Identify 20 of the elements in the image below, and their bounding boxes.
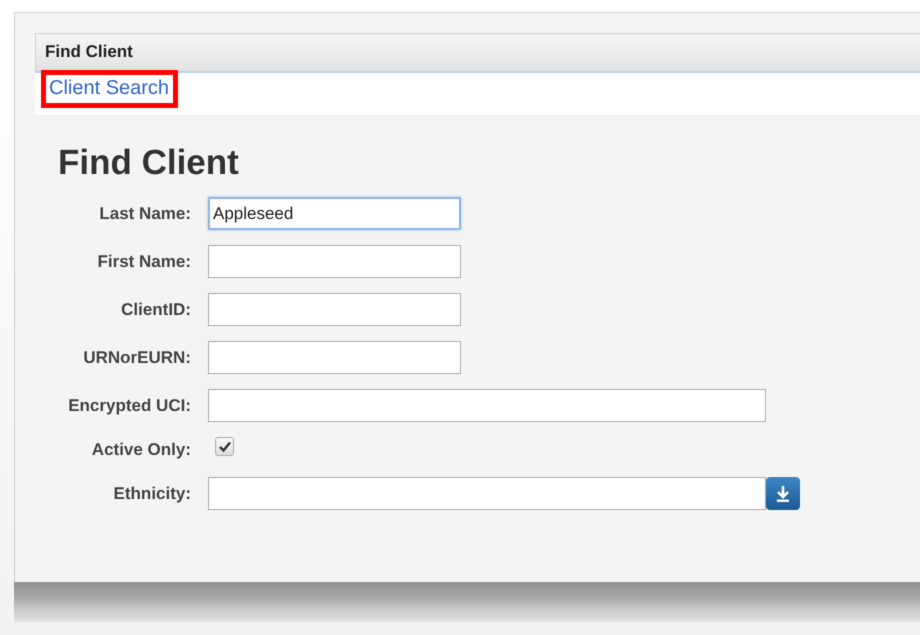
input-field[interactable] (208, 389, 766, 422)
field-label: Active Only: (92, 440, 191, 460)
panel-title: Find Client (45, 42, 133, 62)
field-label: ClientID: (121, 300, 191, 320)
download-arrow-icon (775, 484, 791, 502)
input-field[interactable] (208, 293, 461, 326)
field-label: URNorEURN: (83, 348, 191, 368)
input-field[interactable] (208, 245, 461, 278)
field-label: Encrypted UCI: (68, 396, 191, 416)
field-label: Ethnicity: (114, 484, 191, 504)
input-field[interactable]: Appleseed (208, 197, 461, 230)
checkbox[interactable] (215, 437, 234, 456)
dropdown-button[interactable] (766, 477, 800, 510)
field-label: Last Name: (99, 204, 191, 224)
input-field[interactable] (208, 341, 461, 374)
check-icon (218, 441, 230, 452)
field-label: First Name: (97, 252, 191, 272)
page-heading: Find Client (58, 143, 240, 183)
input-field[interactable] (208, 477, 766, 510)
client-search-link[interactable]: Client Search (49, 77, 170, 99)
